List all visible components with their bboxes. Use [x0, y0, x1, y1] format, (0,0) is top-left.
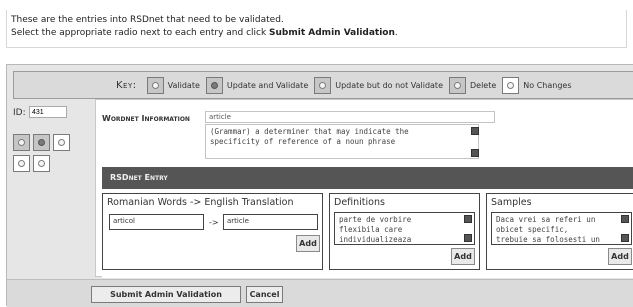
form-footer: Submit Admin Validation Cancel — [7, 279, 633, 307]
validation-form: Key: Validate Update and Validate Update… — [6, 64, 633, 307]
samples-textarea[interactable]: Daca vrei sa referi un obicet specific, … — [491, 212, 632, 245]
instructions-line1: These are the entries into RSDnet that n… — [11, 15, 284, 25]
add-definition-button[interactable]: Add — [451, 248, 475, 265]
radio-icon — [205, 76, 223, 94]
key-item-delete: Delete — [449, 76, 496, 94]
radio-validate[interactable] — [13, 134, 30, 151]
romanian-word-input[interactable]: articol — [109, 214, 204, 230]
radio-icon — [314, 76, 332, 94]
radio-icon — [502, 76, 520, 94]
radio-icon — [146, 76, 164, 94]
id-field[interactable] — [29, 106, 67, 118]
key-item-validate: Validate — [146, 76, 200, 94]
definitions-box: Definitions parte de vorbire flexibila c… — [329, 193, 480, 270]
scroll-down-icon[interactable] — [621, 234, 629, 242]
key-item-update-and-validate: Update and Validate — [205, 76, 308, 94]
key-label: Key: — [116, 79, 137, 91]
cancel-button[interactable]: Cancel — [246, 286, 283, 303]
add-sample-button[interactable]: Add — [608, 248, 632, 265]
radio-no-changes[interactable] — [33, 155, 50, 172]
definitions-textarea[interactable]: parte de vorbire flexibila care individu… — [334, 212, 475, 245]
instructions-line2: Select the appropriate radio next to eac… — [11, 28, 398, 38]
english-word-input[interactable]: article — [223, 214, 318, 230]
id-label: ID: — [13, 108, 26, 118]
instructions: These are the entries into RSDnet that n… — [6, 10, 627, 48]
entry-panel: Wordnet Information article (Grammar) a … — [95, 99, 633, 278]
scroll-up-icon[interactable] — [471, 127, 479, 135]
rsdnet-entry-section: RSDnet Entry Romanian Words -> English T… — [102, 167, 633, 278]
samples-title: Samples — [491, 197, 532, 208]
instructions-submit-emphasis: Submit Admin Validation — [269, 28, 395, 38]
definitions-title: Definitions — [334, 197, 385, 208]
translation-box: Romanian Words -> English Translation ar… — [102, 193, 323, 270]
rsdnet-entry-header: RSDnet Entry — [102, 167, 633, 189]
scroll-down-icon[interactable] — [464, 234, 472, 242]
scroll-up-icon[interactable] — [464, 215, 472, 223]
translation-arrow: -> — [209, 218, 219, 227]
key-item-update-no-validate: Update but do not Validate — [314, 76, 443, 94]
wordnet-word-field[interactable]: article — [205, 111, 495, 123]
scroll-down-icon[interactable] — [471, 149, 479, 157]
key-legend: Key: Validate Update and Validate Update… — [13, 71, 633, 99]
scroll-up-icon[interactable] — [621, 215, 629, 223]
entry-id-column: ID: — [7, 99, 93, 279]
wordnet-definition-textarea[interactable]: (Grammar) a determiner that may indicate… — [205, 124, 479, 159]
radio-icon — [449, 76, 466, 94]
samples-box: Samples Daca vrei sa referi un obicet sp… — [486, 193, 633, 270]
radio-update-no-validate[interactable] — [53, 134, 70, 151]
submit-admin-validation-button[interactable]: Submit Admin Validation — [91, 286, 241, 303]
wordnet-label: Wordnet Information — [102, 114, 190, 123]
radio-update-and-validate[interactable] — [33, 134, 50, 151]
radio-delete[interactable] — [13, 155, 30, 172]
add-translation-button[interactable]: Add — [296, 235, 320, 252]
translation-title: Romanian Words -> English Translation — [107, 197, 294, 208]
key-item-no-changes: No Changes — [502, 76, 572, 94]
